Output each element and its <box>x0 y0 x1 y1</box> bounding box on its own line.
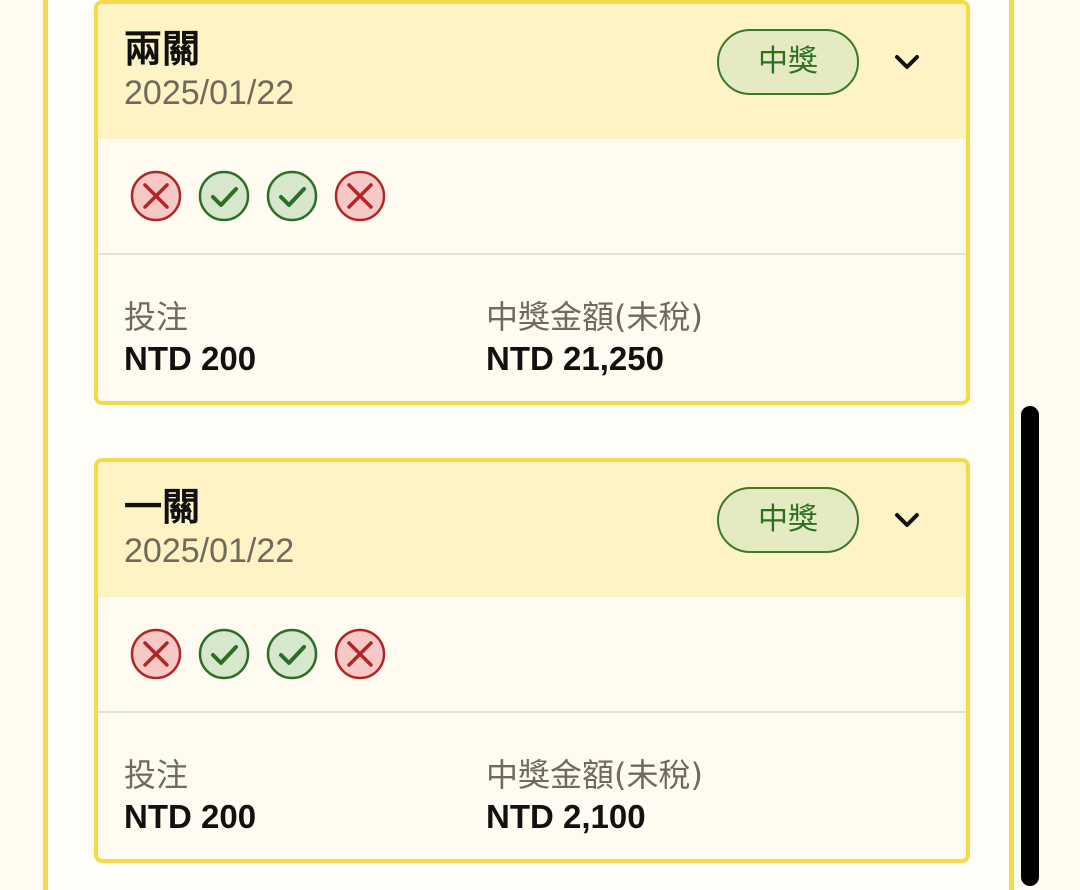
scrollbar[interactable] <box>1021 406 1039 886</box>
bet-type-title: 兩關 <box>124 27 201 71</box>
bet-date: 2025/01/22 <box>124 74 295 112</box>
check-circle-icon <box>266 170 318 222</box>
bet-card: 兩關 2025/01/22 中獎 投注 NTD 200 中獎金額(未稅) NTD… <box>94 0 970 405</box>
x-circle-icon <box>334 170 386 222</box>
stake-label: 投注 <box>124 756 189 794</box>
bet-card: 一關 2025/01/22 中獎 投注 NTD 200 中獎金額(未稅) NTD… <box>94 458 970 863</box>
prize-label: 中獎金額(未稅) <box>486 298 703 336</box>
bet-date: 2025/01/22 <box>124 532 295 570</box>
prize-label: 中獎金額(未稅) <box>486 756 703 794</box>
stake-value: NTD 200 <box>124 340 257 377</box>
leg-results <box>98 597 966 713</box>
chevron-down-icon[interactable] <box>894 52 920 72</box>
status-badge: 中獎 <box>717 487 859 553</box>
bet-type-title: 一關 <box>124 485 201 529</box>
check-circle-icon <box>266 628 318 680</box>
check-circle-icon <box>198 170 250 222</box>
check-circle-icon <box>198 628 250 680</box>
x-circle-icon <box>334 628 386 680</box>
bet-card-header[interactable]: 兩關 2025/01/22 中獎 <box>98 4 966 139</box>
stake-value: NTD 200 <box>124 798 257 835</box>
bet-amounts: 投注 NTD 200 中獎金額(未稅) NTD 2,100 <box>98 713 966 855</box>
x-circle-icon <box>130 628 182 680</box>
chevron-down-icon[interactable] <box>894 510 920 530</box>
prize-value: NTD 21,250 <box>486 340 664 377</box>
status-badge: 中獎 <box>717 29 859 95</box>
bet-amounts: 投注 NTD 200 中獎金額(未稅) NTD 21,250 <box>98 255 966 397</box>
prize-value: NTD 2,100 <box>486 798 646 835</box>
stake-label: 投注 <box>124 298 189 336</box>
leg-results <box>98 139 966 255</box>
x-circle-icon <box>130 170 182 222</box>
bet-card-header[interactable]: 一關 2025/01/22 中獎 <box>98 462 966 597</box>
